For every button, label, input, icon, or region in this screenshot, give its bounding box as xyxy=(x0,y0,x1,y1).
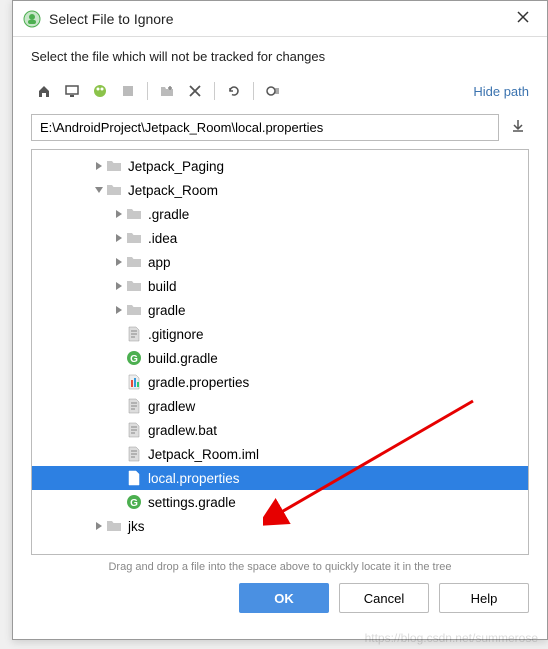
folder-icon xyxy=(126,230,142,246)
tree-item[interactable]: gradle xyxy=(32,298,528,322)
tree-item-label: gradle.properties xyxy=(148,375,249,390)
props-icon xyxy=(126,470,142,486)
tree-item[interactable]: Jetpack_Room xyxy=(32,178,528,202)
tree-item[interactable]: app xyxy=(32,250,528,274)
history-button[interactable] xyxy=(507,115,529,140)
tree-item-label: jks xyxy=(128,519,145,534)
refresh-button[interactable] xyxy=(221,78,247,104)
folder-icon xyxy=(106,158,122,174)
separator xyxy=(147,82,148,100)
tree-item-label: gradlew.bat xyxy=(148,423,217,438)
tree-item-label: Jetpack_Room xyxy=(128,183,218,198)
tree-item[interactable]: build xyxy=(32,274,528,298)
expand-arrow[interactable] xyxy=(112,282,126,290)
tree-item-label: gradlew xyxy=(148,399,195,414)
tree-item-label: build.gradle xyxy=(148,351,218,366)
new-folder-button[interactable] xyxy=(154,78,180,104)
tree-item[interactable]: gradlew xyxy=(32,394,528,418)
file-icon xyxy=(126,398,142,414)
watermark: https://blog.csdn.net/summerose xyxy=(365,631,538,645)
file-icon xyxy=(126,326,142,342)
tree-item-label: Jetpack_Room.iml xyxy=(148,447,259,462)
folder-icon xyxy=(126,254,142,270)
separator xyxy=(214,82,215,100)
tree-item-label: build xyxy=(148,279,177,294)
app-icon xyxy=(23,10,41,28)
home-button[interactable] xyxy=(31,78,57,104)
toolbar: Hide path xyxy=(13,72,547,110)
tree-item[interactable]: Gbuild.gradle xyxy=(32,346,528,370)
folder-icon xyxy=(106,518,122,534)
folder-icon xyxy=(126,206,142,222)
tree-item[interactable]: Jetpack_Room.iml xyxy=(32,442,528,466)
expand-arrow[interactable] xyxy=(112,258,126,266)
dialog: Select File to Ignore Select the file wh… xyxy=(12,0,548,640)
tree-item[interactable]: local.properties xyxy=(32,466,528,490)
tree-item-label: .gitignore xyxy=(148,327,204,342)
tree-item-label: Jetpack_Paging xyxy=(128,159,224,174)
expand-arrow[interactable] xyxy=(92,162,106,170)
module-button[interactable] xyxy=(115,78,141,104)
expand-arrow[interactable] xyxy=(112,210,126,218)
dialog-title: Select File to Ignore xyxy=(49,11,509,27)
dialog-subtitle: Select the file which will not be tracke… xyxy=(13,37,547,72)
hide-path-link[interactable]: Hide path xyxy=(473,84,529,99)
expand-arrow[interactable] xyxy=(92,522,106,530)
props-icon xyxy=(126,374,142,390)
tree-item[interactable]: gradle.properties xyxy=(32,370,528,394)
file-tree[interactable]: Jetpack_Paging Jetpack_Room .gradle .idea ap… xyxy=(31,149,529,555)
folder-icon xyxy=(126,278,142,294)
tree-item[interactable]: Gsettings.gradle xyxy=(32,490,528,514)
path-row xyxy=(13,110,547,149)
button-row: OK Cancel Help xyxy=(13,583,547,627)
delete-button[interactable] xyxy=(182,78,208,104)
tree-item-label: local.properties xyxy=(148,471,240,486)
folder-icon xyxy=(126,302,142,318)
gradle-icon: G xyxy=(126,494,142,510)
tree-item-label: .idea xyxy=(148,231,177,246)
tree-item-label: gradle xyxy=(148,303,186,318)
desktop-button[interactable] xyxy=(59,78,85,104)
help-button[interactable]: Help xyxy=(439,583,529,613)
show-hidden-button[interactable] xyxy=(260,78,286,104)
svg-text:G: G xyxy=(130,354,138,365)
gradle-icon: G xyxy=(126,350,142,366)
cancel-button[interactable]: Cancel xyxy=(339,583,429,613)
hint-text: Drag and drop a file into the space abov… xyxy=(13,555,547,583)
ok-button[interactable]: OK xyxy=(239,583,329,613)
project-button[interactable] xyxy=(87,78,113,104)
tree-item-label: settings.gradle xyxy=(148,495,236,510)
separator xyxy=(253,82,254,100)
tree-item[interactable]: .idea xyxy=(32,226,528,250)
tree-item-label: app xyxy=(148,255,171,270)
tree-item[interactable]: jks xyxy=(32,514,528,538)
svg-text:G: G xyxy=(130,498,138,509)
file-icon xyxy=(126,446,142,462)
expand-arrow[interactable] xyxy=(92,186,106,194)
close-button[interactable] xyxy=(509,7,537,30)
expand-arrow[interactable] xyxy=(112,306,126,314)
titlebar: Select File to Ignore xyxy=(13,1,547,37)
file-icon xyxy=(126,422,142,438)
tree-item[interactable]: Jetpack_Paging xyxy=(32,154,528,178)
path-input[interactable] xyxy=(31,114,499,141)
folder-icon xyxy=(106,182,122,198)
tree-item[interactable]: gradlew.bat xyxy=(32,418,528,442)
tree-item[interactable]: .gitignore xyxy=(32,322,528,346)
expand-arrow[interactable] xyxy=(112,234,126,242)
tree-item[interactable]: .gradle xyxy=(32,202,528,226)
tree-item-label: .gradle xyxy=(148,207,189,222)
